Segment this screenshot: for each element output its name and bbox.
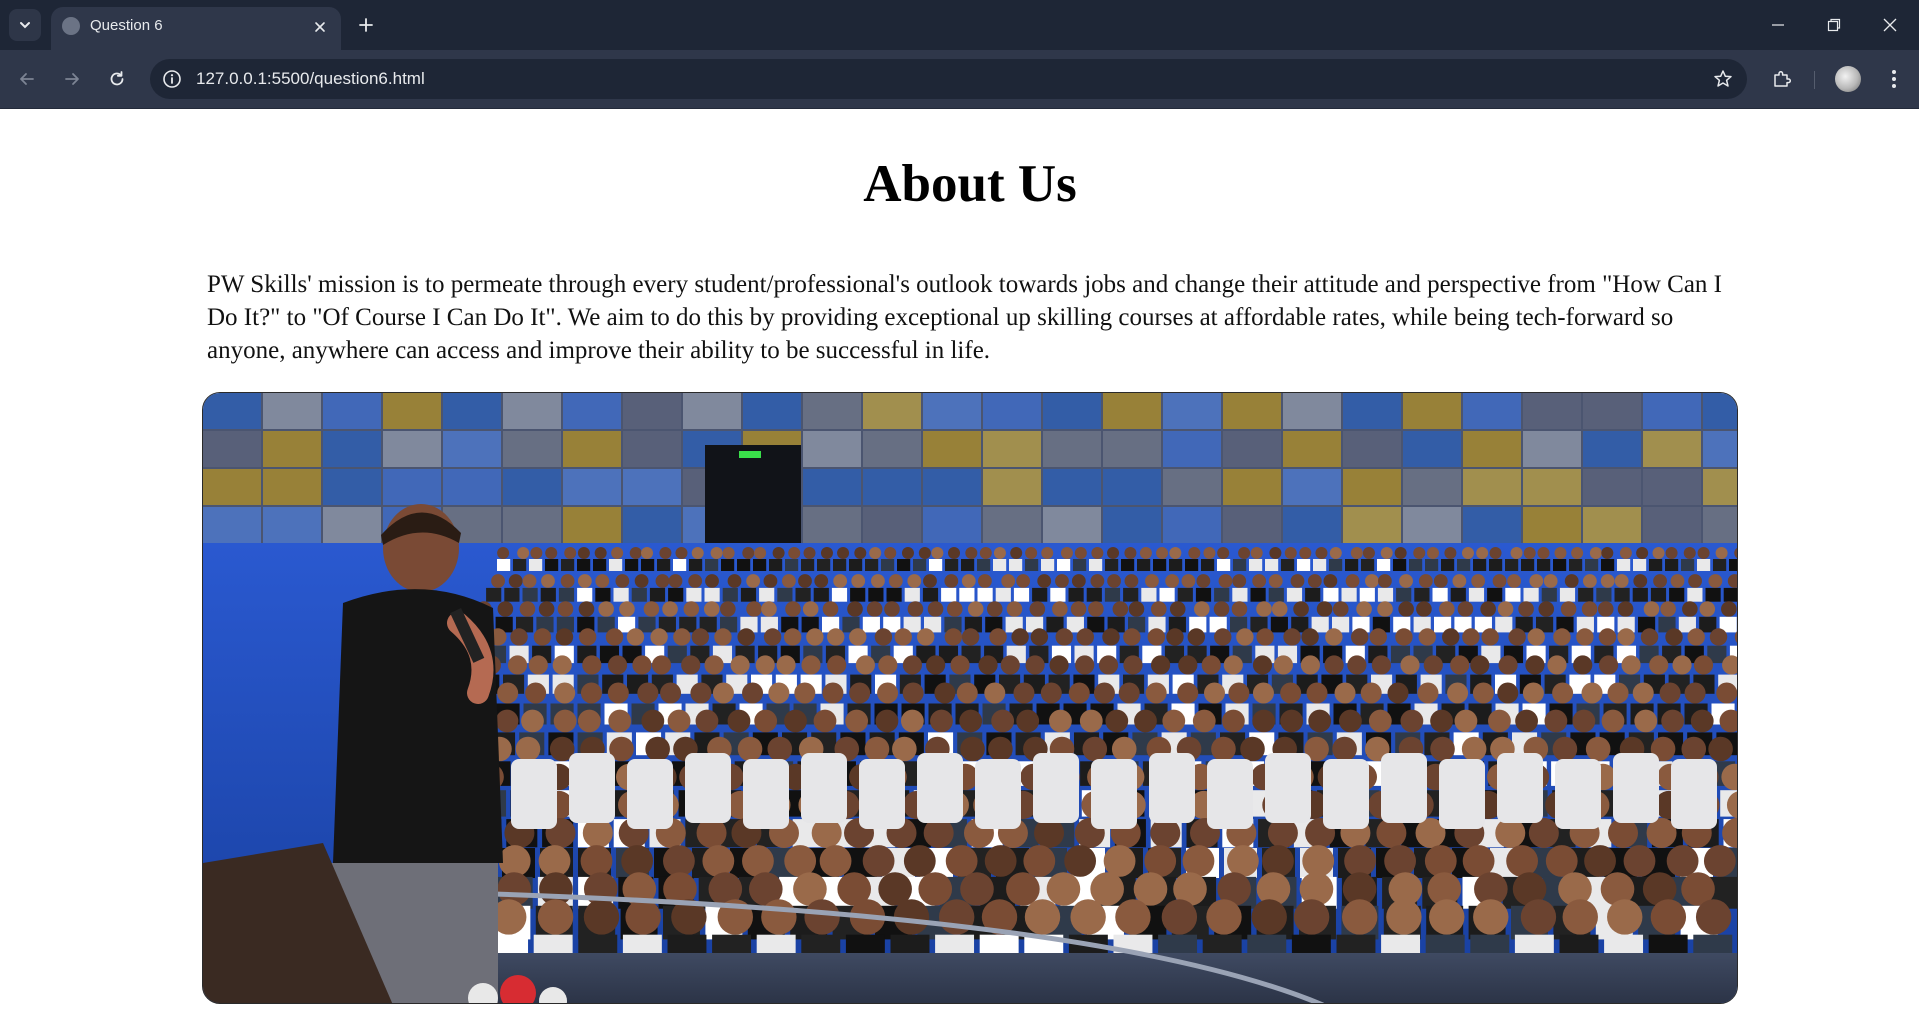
restore-button[interactable] (1816, 8, 1852, 42)
site-info-button[interactable] (161, 68, 183, 90)
mission-paragraph: PW Skills' mission is to permeate throug… (207, 271, 1722, 364)
url-text: 127.0.0.1:5500/question6.html (196, 69, 425, 88)
forward-button[interactable] (56, 63, 88, 95)
globe-icon (62, 17, 80, 35)
page-content: About Us PW Skills' mission is to permea… (0, 110, 1919, 1013)
browser-tab-strip: Question 6 (0, 0, 1919, 50)
star-icon (1714, 70, 1732, 87)
close-icon (1883, 18, 1897, 32)
address-bar[interactable]: 127.0.0.1:5500/question6.html (150, 59, 1747, 99)
puzzle-icon (1774, 70, 1792, 87)
extensions-button[interactable] (1766, 63, 1798, 95)
tab-search-button[interactable] (9, 9, 41, 41)
plus-icon (359, 18, 373, 32)
toolbar-divider (1814, 71, 1815, 89)
browser-toolbar: 127.0.0.1:5500/question6.html (0, 50, 1919, 109)
reload-icon (110, 71, 124, 86)
back-button[interactable] (11, 63, 43, 95)
tab-close-button[interactable] (309, 16, 331, 38)
auditorium-photo-illustration (203, 393, 1737, 1003)
reload-button[interactable] (101, 63, 133, 95)
avatar-icon (1835, 66, 1861, 92)
window-close-button[interactable] (1872, 8, 1908, 42)
minimize-icon (1772, 24, 1784, 26)
info-icon (163, 70, 181, 88)
page-title: About Us (863, 155, 1077, 213)
bookmark-button[interactable] (1711, 67, 1735, 91)
arrow-left-icon (20, 73, 34, 85)
restore-icon (1827, 18, 1841, 32)
new-tab-button[interactable] (352, 11, 380, 39)
kebab-menu-icon (1892, 70, 1896, 88)
browser-menu-button[interactable] (1878, 63, 1910, 95)
chevron-down-icon (20, 22, 30, 29)
tab-title: Question 6 (90, 17, 163, 34)
arrow-right-icon (65, 73, 79, 85)
active-tab[interactable]: Question 6 (51, 7, 341, 50)
profile-button[interactable] (1832, 63, 1864, 95)
minimize-button[interactable] (1760, 8, 1796, 42)
close-icon (315, 22, 325, 32)
auditorium-photo (202, 392, 1738, 1004)
